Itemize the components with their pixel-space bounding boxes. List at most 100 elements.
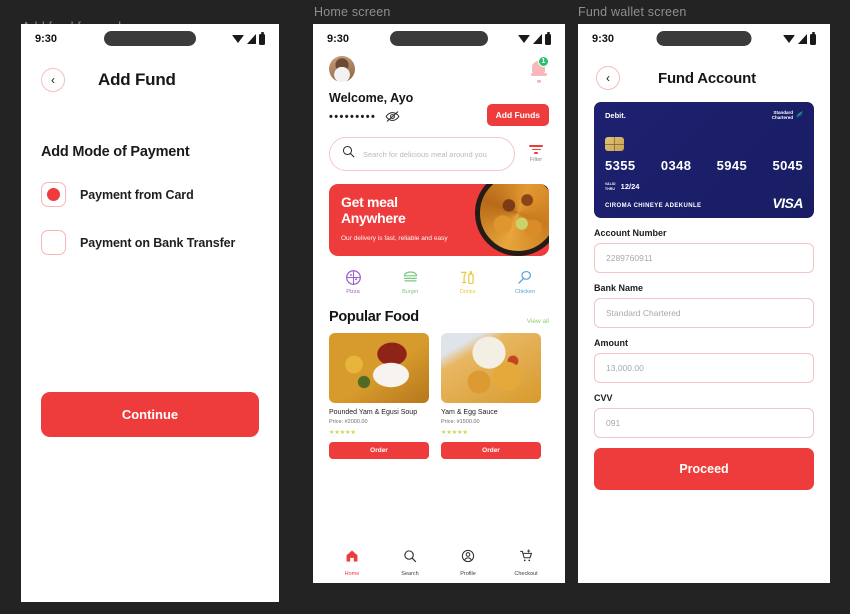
radio-payment-from-card[interactable]: [41, 182, 66, 207]
category-pizza[interactable]: Pizza: [335, 269, 371, 295]
expiry-date: 12/24: [620, 182, 640, 191]
card-number-group: 5355: [605, 158, 636, 173]
chevron-left-icon: ‹: [51, 73, 55, 87]
food-image: [329, 333, 429, 403]
status-bar: 9:30: [313, 24, 565, 54]
filter-button[interactable]: Filter: [523, 145, 549, 163]
category-row: Pizza Burger Drinks Chicken: [313, 256, 565, 295]
phone-add-fund-screen: 9:30 ‹ Add Fund Add Mode of Payment Paym…: [21, 24, 279, 602]
category-label: Chicken: [515, 289, 535, 295]
category-label: Pizza: [346, 289, 360, 295]
payment-option-card[interactable]: Payment from Card: [41, 182, 259, 207]
drinks-icon: [459, 269, 476, 286]
notch: [656, 31, 752, 46]
phone-home-screen: 9:30 1 Welcome, Ayo ••••••••• Add Funds …: [313, 24, 565, 583]
proceed-button[interactable]: Proceed: [594, 448, 814, 490]
popular-food-header: Popular Food View all: [313, 309, 565, 325]
signal-icon: [798, 34, 807, 44]
food-name: Yam & Egg Sauce: [441, 409, 498, 416]
bottom-navigation: Home Search Profile Checkout: [313, 549, 565, 577]
back-button[interactable]: ‹: [41, 68, 65, 92]
field-label-amount: Amount: [594, 338, 628, 348]
notch: [390, 31, 488, 46]
add-funds-button[interactable]: Add Funds: [486, 104, 549, 126]
status-bar: 9:30: [21, 24, 279, 54]
wifi-icon: [783, 35, 795, 43]
back-button[interactable]: ‹: [596, 66, 620, 90]
eye-off-icon[interactable]: [385, 110, 400, 123]
tab-home[interactable]: Home: [330, 549, 374, 577]
promo-food-image: [475, 184, 549, 256]
view-all-link[interactable]: View all: [527, 318, 549, 325]
payment-option-label: Payment from Card: [80, 187, 194, 202]
radio-payment-bank-transfer[interactable]: [41, 230, 66, 255]
wifi-icon: [518, 35, 530, 43]
home-header: 1 Welcome, Ayo ••••••••• Add Funds: [313, 54, 565, 126]
page-title: Add Fund: [98, 70, 176, 89]
continue-button[interactable]: Continue: [41, 392, 259, 437]
panel-label-home: Home screen: [314, 5, 391, 19]
food-list: Pounded Yam & Egusi Soup Price: #2000.00…: [313, 333, 565, 459]
pizza-icon: [345, 269, 362, 286]
promo-title-line2: Anywhere: [341, 209, 406, 226]
amount-input[interactable]: 13,000.00: [594, 353, 814, 383]
status-time: 9:30: [35, 33, 58, 45]
card-holder-name: CIROMA CHINEYE ADEKUNLE: [605, 203, 702, 209]
battery-icon: [545, 31, 551, 45]
status-time: 9:30: [592, 33, 615, 45]
popular-food-title: Popular Food: [329, 309, 419, 325]
valid-thru-label: VALID THRU: [605, 182, 616, 191]
welcome-text: Welcome, Ayo: [329, 91, 414, 105]
balance-masked: •••••••••: [329, 110, 377, 123]
card-number: 5355 0348 5945 5045: [605, 158, 803, 173]
rating-stars: ★★★★★: [441, 430, 468, 436]
notch: [104, 31, 196, 46]
signal-icon: [533, 34, 542, 44]
cart-icon: [519, 549, 533, 568]
tab-label: Profile: [460, 571, 476, 577]
notification-badge: 1: [538, 56, 549, 67]
wifi-icon: [232, 35, 244, 43]
radio-selected-dot: [47, 188, 60, 201]
screenshot-stage: Add fund for card 9:30 ‹ Add Fund Add Mo…: [0, 0, 850, 614]
payment-options-list: Payment from Card Payment on Bank Transf…: [21, 182, 279, 255]
profile-icon: [461, 549, 475, 568]
home-icon: [345, 549, 359, 568]
tab-profile[interactable]: Profile: [446, 549, 490, 577]
bank-name-input[interactable]: Standard Chartered: [594, 298, 814, 328]
header: ‹ Add Fund: [21, 54, 279, 92]
cvv-input[interactable]: 091: [594, 408, 814, 438]
order-button[interactable]: Order: [329, 442, 429, 459]
notification-bell[interactable]: 1: [530, 56, 549, 83]
bank-card[interactable]: Debit. Standard Chartered 5355 0348 5945: [594, 102, 814, 218]
bank-logo: Standard Chartered: [772, 110, 804, 120]
field-label-bank-name: Bank Name: [594, 283, 644, 293]
tab-label: Home: [344, 571, 360, 577]
account-number-input[interactable]: 2289760911: [594, 243, 814, 273]
search-icon: [403, 549, 417, 568]
food-card[interactable]: Pounded Yam & Egusi Soup Price: #2000.00…: [329, 333, 429, 459]
food-price: Price: #2000.00: [329, 419, 368, 425]
search-placeholder: Search for delicious meal around you: [363, 149, 487, 159]
tab-search[interactable]: Search: [388, 549, 432, 577]
category-drinks[interactable]: Drinks: [450, 269, 486, 295]
status-bar: 9:30: [578, 24, 830, 54]
food-card[interactable]: Yam & Egg Sauce Price: #1500.00 ★★★★★ Or…: [441, 333, 541, 459]
chicken-icon: [516, 269, 533, 286]
promo-banner[interactable]: Get meal Anywhere Our delivery is fast, …: [329, 184, 549, 256]
battery-icon: [810, 31, 816, 45]
search-input[interactable]: Search for delicious meal around you: [329, 137, 515, 171]
avatar[interactable]: [329, 56, 355, 82]
tab-checkout[interactable]: Checkout: [504, 549, 548, 577]
search-icon: [342, 145, 355, 163]
food-name: Pounded Yam & Egusi Soup: [329, 409, 418, 416]
order-button[interactable]: Order: [441, 442, 541, 459]
fund-form: Account Number 2289760911 Bank Name Stan…: [578, 228, 830, 438]
status-icons: [783, 31, 816, 45]
tab-label: Checkout: [514, 571, 538, 577]
category-burger[interactable]: Burger: [392, 269, 428, 295]
payment-option-bank-transfer[interactable]: Payment on Bank Transfer: [41, 230, 259, 255]
category-chicken[interactable]: Chicken: [507, 269, 543, 295]
visa-logo: VISA: [772, 195, 803, 211]
burger-icon: [402, 269, 419, 286]
